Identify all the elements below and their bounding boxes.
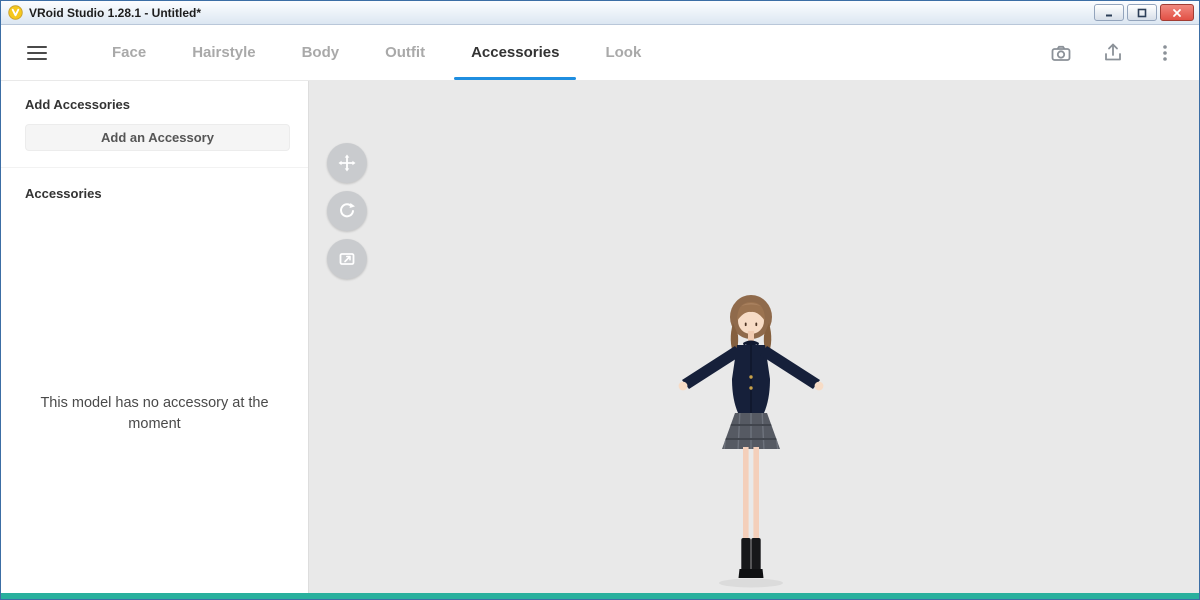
tab-accessories[interactable]: Accessories	[448, 25, 582, 80]
main-toolbar: Face Hairstyle Body Outfit Accessories L…	[1, 25, 1199, 81]
app-window: VRoid Studio 1.28.1 - Untitled* Face Hai	[0, 0, 1200, 600]
title-bar[interactable]: VRoid Studio 1.28.1 - Untitled*	[1, 1, 1199, 25]
export-button[interactable]	[1099, 39, 1127, 67]
move-tool-button[interactable]	[327, 143, 367, 183]
close-button[interactable]	[1160, 4, 1194, 21]
tab-body[interactable]: Body	[279, 25, 363, 80]
camera-button[interactable]	[1047, 39, 1075, 67]
minimize-icon	[1104, 8, 1114, 18]
tab-face[interactable]: Face	[89, 25, 169, 80]
add-accessory-button[interactable]: Add an Accessory	[25, 124, 290, 151]
app-logo-icon	[8, 5, 23, 20]
close-icon	[1172, 8, 1182, 18]
viewport-tools	[327, 143, 367, 279]
rotate-icon	[338, 202, 356, 220]
tab-hairstyle[interactable]: Hairstyle	[169, 25, 278, 80]
tab-outfit[interactable]: Outfit	[362, 25, 448, 80]
character-model	[651, 289, 851, 589]
fit-view-tool-button[interactable]	[327, 239, 367, 279]
maximize-icon	[1137, 8, 1147, 18]
tab-look[interactable]: Look	[582, 25, 664, 80]
minimize-button[interactable]	[1094, 4, 1124, 21]
window-title: VRoid Studio 1.28.1 - Untitled*	[29, 6, 201, 20]
3d-viewport[interactable]	[309, 81, 1199, 593]
move-icon	[338, 154, 356, 172]
empty-state-text: This model has no accessory at the momen…	[27, 393, 282, 435]
editor-tabs: Face Hairstyle Body Outfit Accessories L…	[89, 25, 664, 80]
sidebar-divider	[1, 167, 308, 168]
content-area: Add Accessories Add an Accessory Accesso…	[1, 81, 1199, 593]
add-accessories-heading: Add Accessories	[25, 97, 130, 112]
more-button[interactable]	[1151, 39, 1179, 67]
export-icon	[1102, 42, 1124, 64]
kebab-menu-icon	[1154, 42, 1176, 64]
rotate-tool-button[interactable]	[327, 191, 367, 231]
bottom-accent-bar	[1, 593, 1199, 599]
hamburger-icon	[27, 45, 47, 61]
fit-view-icon	[338, 250, 356, 268]
toolbar-actions	[1047, 25, 1179, 80]
accessories-sidebar: Add Accessories Add an Accessory Accesso…	[1, 81, 309, 593]
maximize-button[interactable]	[1127, 4, 1157, 21]
camera-icon	[1050, 42, 1072, 64]
accessories-list-heading: Accessories	[25, 186, 102, 201]
window-controls	[1094, 4, 1194, 21]
menu-button[interactable]	[23, 39, 51, 67]
